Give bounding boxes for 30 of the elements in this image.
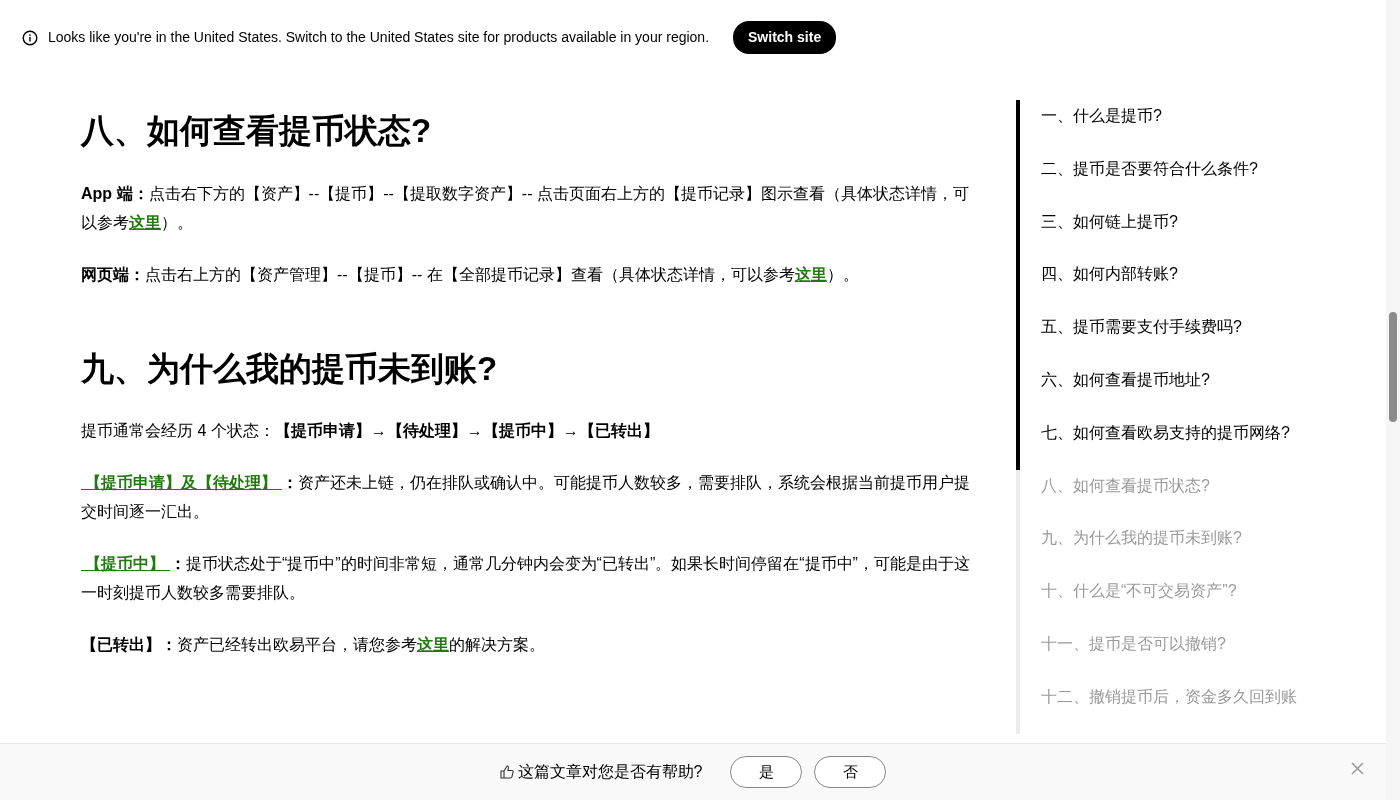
section-heading: 九、为什么我的提币未到账? <box>81 348 499 389</box>
text-link[interactable]: 这里 <box>794 265 827 283</box>
yes-button[interactable]: 是 <box>730 756 803 788</box>
banner-message: Looks like you're in the United States. Switch to the United States site for products available in your region. <box>48 28 710 47</box>
section-heading: 八、如何查看提币状态? <box>81 111 433 151</box>
close-icon[interactable] <box>1351 762 1364 775</box>
paragraph: App 端：点击右下方的【资产】--【提币】--【提取数字资产】-- 点击页面右上方的【提币记录】图示查看（具体状态详情，可以参考这里）。 <box>81 183 970 233</box>
feedback-question: 这篇文章对您是否有帮助? <box>517 762 703 782</box>
switch-site-button[interactable]: Switch site <box>733 21 837 54</box>
toc-link[interactable]: 一、什么是提币? <box>1016 100 1316 153</box>
text-link[interactable]: 【提币中】 <box>81 555 170 573</box>
paragraph: 【提币中】 ：提币状态处于“提币中”的时间非常短，通常几分钟内会变为“已转出”。如果长时间停留在“提币中”，可能是由于这一时刻提币人数较多需要排队。 <box>81 554 971 604</box>
info-icon <box>22 29 38 46</box>
toc-link[interactable]: 三、如何链上提币? <box>1016 205 1316 259</box>
text-link[interactable]: 这里 <box>417 636 449 654</box>
thumbs-up-icon <box>499 765 514 779</box>
toc-link[interactable]: 七、如何查看欧易支持的提币网络? <box>1016 416 1316 470</box>
paragraph: 【已转出】：资产已经转出欧易平台，请您参考这里的解决方案。 <box>81 635 546 656</box>
paragraph: 网页端：点击右上方的【资产管理】--【提币】-- 在【全部提币记录】查看（具体状态详情，可以参考这里）。 <box>81 264 860 285</box>
scrollbar-thumb[interactable] <box>1389 312 1397 422</box>
scrollbar[interactable] <box>1386 0 1400 800</box>
paragraph: 【提币申请】及【待处理】 ：资产还未上链，仍在排队或确认中。可能提币人数较多，需要排队，系统会根据当前提币用户提交时间逐一汇出。 <box>81 473 971 523</box>
toc-link[interactable]: 二、提币是否要符合什么条件? <box>1016 152 1316 206</box>
toc-link[interactable]: 六、如何查看提币地址? <box>1016 364 1316 417</box>
paragraph: 提币通常会经历 4 个状态：【提币申请】→【待处理】→【提币中】→【已转出】 <box>81 421 660 442</box>
text-link[interactable]: 【提币申请】及【待处理】 <box>81 474 282 492</box>
toc-link[interactable]: 五、提币需要支付手续费吗? <box>1016 311 1316 364</box>
no-button[interactable]: 否 <box>814 756 887 788</box>
text-link[interactable]: 这里 <box>129 213 161 231</box>
toc-link[interactable]: 四、如何内部转账? <box>1016 258 1316 312</box>
